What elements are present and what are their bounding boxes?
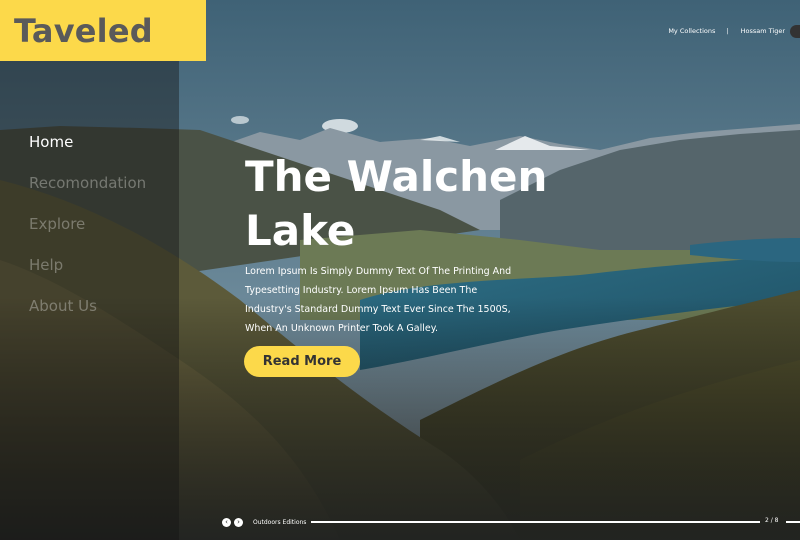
user-name[interactable]: Hossam Tiger bbox=[741, 27, 785, 35]
chevron-left-icon[interactable]: ‹ bbox=[222, 517, 231, 527]
my-collections-link[interactable]: My Collections bbox=[668, 27, 715, 35]
sidebar-nav: Home Recomondation Explore Help About Us bbox=[29, 132, 146, 337]
logo-text: Taveled bbox=[14, 11, 153, 50]
slider-controls: ‹ › Outdoors Editions bbox=[222, 516, 306, 528]
brand-logo[interactable]: Taveled bbox=[0, 0, 206, 61]
edition-label: Outdoors Editions bbox=[253, 518, 307, 526]
hero-title: The Walchen Lake bbox=[245, 152, 548, 255]
sidebar-item-explore[interactable]: Explore bbox=[29, 214, 146, 255]
chevron-right-icon[interactable]: › bbox=[234, 517, 243, 527]
sidebar-item-recomondation[interactable]: Recomondation bbox=[29, 173, 146, 214]
slide-progress-bar bbox=[311, 521, 760, 523]
sidebar-item-home[interactable]: Home bbox=[29, 132, 146, 173]
sidebar-item-about-us[interactable]: About Us bbox=[29, 296, 146, 337]
slide-progress-remaining bbox=[786, 521, 800, 523]
top-nav: My Collections | Hossam Tiger bbox=[668, 24, 800, 38]
avatar[interactable] bbox=[790, 24, 800, 38]
hero-description: Lorem Ipsum Is Simply Dummy Text Of The … bbox=[245, 266, 512, 334]
nav-separator: | bbox=[726, 27, 729, 35]
read-more-button[interactable]: Read More bbox=[244, 346, 360, 377]
sidebar-item-help[interactable]: Help bbox=[29, 255, 146, 296]
slide-pager: 2 / 8 bbox=[765, 517, 779, 524]
